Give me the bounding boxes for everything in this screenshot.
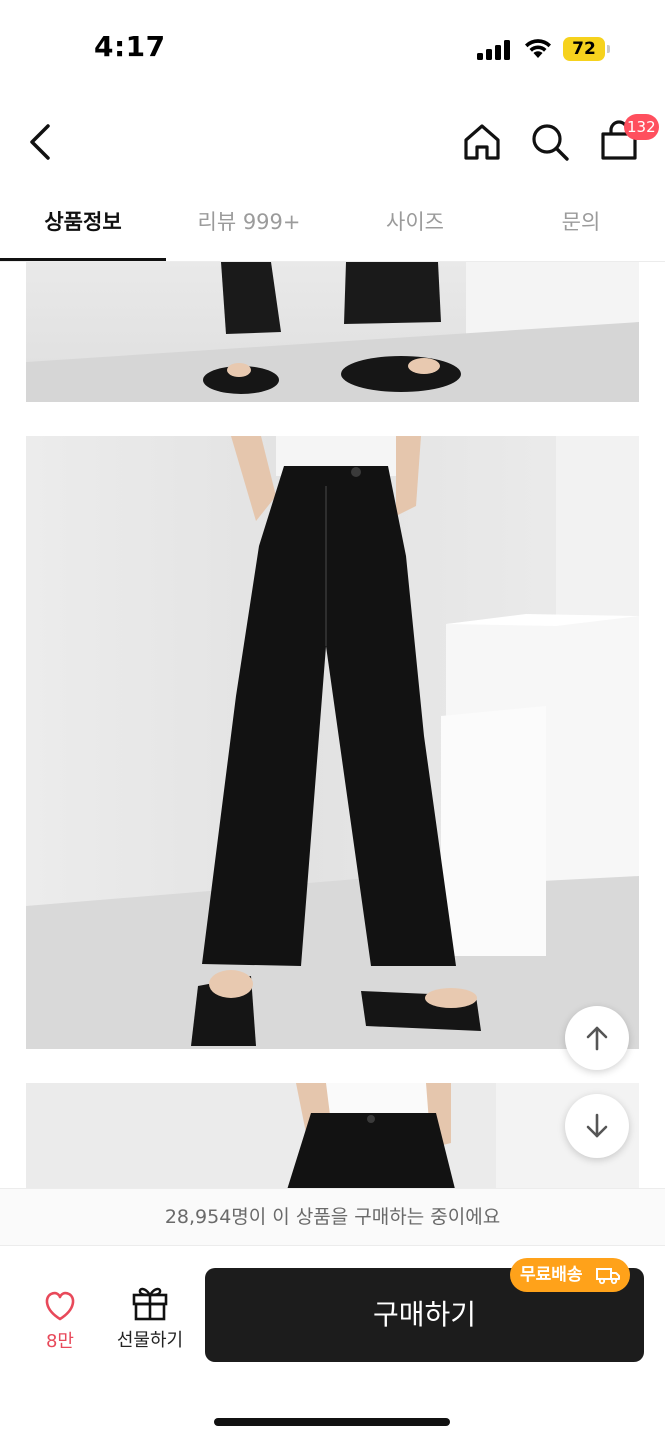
like-button[interactable]: 8만 [30,1287,90,1357]
active-tab-indicator [0,258,166,261]
cart-count-badge: 132 [624,114,659,140]
tab-product-info[interactable]: 상품정보 [0,186,166,260]
product-image-2 [26,436,639,1049]
tab-inquiry[interactable]: 문의 [498,186,664,260]
free-shipping-label: 무료배송 [520,1265,583,1285]
signal-icon [477,40,513,60]
status-bar: 4:17 72 [0,0,665,100]
home-indicator [214,1418,450,1426]
scroll-to-top-button[interactable] [565,1006,629,1070]
arrow-up-icon [586,1026,608,1051]
gift-button[interactable]: 선물하기 [110,1283,190,1357]
tab-reviews[interactable]: 리뷰 999+ [166,186,332,260]
arrow-down-icon [586,1113,608,1138]
bottom-action-bar: 8만 선물하기 구매하기 무료배송 [0,1247,665,1440]
status-time: 4:17 [94,30,166,63]
gift-icon [132,1287,168,1321]
heart-icon [45,1291,75,1321]
battery-cap [607,45,610,53]
battery-icon: 72 [563,37,605,61]
scroll-to-bottom-button[interactable] [565,1094,629,1158]
nav-bar [0,100,665,184]
wifi-icon [525,39,551,58]
truck-icon [596,1268,620,1285]
battery-level: 72 [572,39,596,59]
purchase-notice: 28,954명이 이 상품을 구매하는 중이에요 [0,1188,665,1246]
gift-label: 선물하기 [116,1330,184,1351]
home-icon[interactable] [460,120,504,164]
tab-size[interactable]: 사이즈 [332,186,498,260]
product-image-3 [26,1083,639,1193]
product-image-1 [26,262,639,402]
product-tabs: 상품정보 리뷰 999+ 사이즈 문의 [0,186,665,262]
back-arrow-icon[interactable] [22,118,62,166]
like-count: 8만 [45,1331,74,1352]
search-icon[interactable] [528,120,572,164]
